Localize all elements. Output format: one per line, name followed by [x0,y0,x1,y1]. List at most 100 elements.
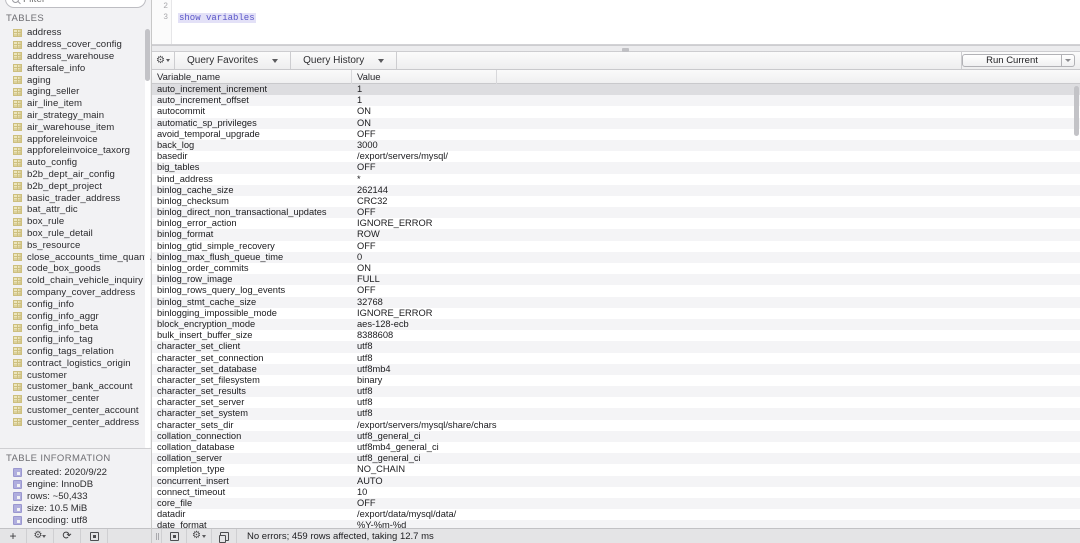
table-row[interactable]: completion_typeNO_CHAIN [152,464,1080,475]
table-row[interactable]: binlog_formatROW [152,229,1080,240]
cell-value[interactable]: 8388608 [352,330,497,341]
table-row[interactable]: automatic_sp_privilegesON [152,118,1080,129]
sidebar-table-item[interactable]: address [0,27,151,39]
table-actions-gear-button[interactable]: ⚙ [27,529,54,543]
cell-value[interactable]: utf8 [352,341,497,352]
cell-value[interactable]: /export/data/mysql/data/ [352,509,497,520]
cell-value[interactable]: NO_CHAIN [352,464,497,475]
sidebar-scrollbar[interactable] [145,29,150,449]
cell-variable-name[interactable]: character_set_database [152,364,352,375]
cell-variable-name[interactable]: bind_address [152,174,352,185]
refresh-button[interactable]: ⟳ [54,529,81,543]
sidebar-table-item[interactable]: air_strategy_main [0,110,151,122]
cell-variable-name[interactable]: automatic_sp_privileges [152,118,352,129]
table-row[interactable]: binlog_row_imageFULL [152,274,1080,285]
cell-variable-name[interactable]: back_log [152,140,352,151]
results-scrollbar-thumb[interactable] [1074,86,1079,136]
sidebar-table-item[interactable]: customer_center_account [0,405,151,417]
editor-horizontal-scrollbar[interactable] [152,41,1080,44]
cell-variable-name[interactable]: binlog_cache_size [152,185,352,196]
sidebar-table-item[interactable]: bat_attr_dic [0,204,151,216]
table-row[interactable]: concurrent_insertAUTO [152,476,1080,487]
results-grid[interactable]: Variable_name Value auto_increment_incre… [152,70,1080,543]
sidebar-table-item[interactable]: customer [0,369,151,381]
cell-value[interactable]: /export/servers/mysql/share/charsets/ [352,420,497,431]
sidebar-table-item[interactable]: contract_logistics_origin [0,357,151,369]
cell-value[interactable]: 262144 [352,185,497,196]
table-row[interactable]: character_set_connectionutf8 [152,353,1080,364]
sidebar-table-item[interactable]: aging_seller [0,86,151,98]
cell-variable-name[interactable]: big_tables [152,162,352,173]
cell-variable-name[interactable]: character_set_results [152,386,352,397]
search-input[interactable] [23,0,139,5]
cell-value[interactable]: 0 [352,252,497,263]
table-row[interactable]: character_set_systemutf8 [152,408,1080,419]
cell-variable-name[interactable]: collation_connection [152,431,352,442]
table-row[interactable]: character_set_serverutf8 [152,397,1080,408]
table-row[interactable]: binlog_gtid_simple_recoveryOFF [152,241,1080,252]
sidebar-table-item[interactable]: config_info_tag [0,334,151,346]
cell-variable-name[interactable]: datadir [152,509,352,520]
sidebar-table-item[interactable]: config_info_beta [0,322,151,334]
sidebar-table-item[interactable]: code_box_goods [0,263,151,275]
cell-variable-name[interactable]: collation_server [152,453,352,464]
cell-variable-name[interactable]: character_sets_dir [152,420,352,431]
table-row[interactable]: character_set_resultsutf8 [152,386,1080,397]
sidebar-table-item[interactable]: close_accounts_time_quantum [0,251,151,263]
results-gear-button[interactable]: ⚙ [187,529,212,543]
cell-variable-name[interactable]: binlog_row_image [152,274,352,285]
cell-variable-name[interactable]: collation_database [152,442,352,453]
cell-value[interactable]: OFF [352,129,497,140]
splitter-grip[interactable] [622,48,629,52]
table-row[interactable]: bulk_insert_buffer_size8388608 [152,330,1080,341]
cell-variable-name[interactable]: concurrent_insert [152,476,352,487]
table-row[interactable]: core_fileOFF [152,498,1080,509]
cell-value[interactable]: OFF [352,498,497,509]
table-row[interactable]: character_set_filesystembinary [152,375,1080,386]
cell-value[interactable]: utf8_general_ci [352,453,497,464]
sql-editor[interactable]: 2 3 show variables [152,0,1080,45]
sidebar-table-item[interactable]: company_cover_address [0,287,151,299]
cell-variable-name[interactable]: basedir [152,151,352,162]
cell-variable-name[interactable]: binlog_stmt_cache_size [152,297,352,308]
sidebar-table-item[interactable]: air_warehouse_item [0,121,151,133]
table-row[interactable]: bind_address* [152,174,1080,185]
cell-value[interactable]: binary [352,375,497,386]
query-settings-button[interactable]: ⚙ [152,52,175,69]
cell-variable-name[interactable]: binlog_direct_non_transactional_updates [152,207,352,218]
code-line[interactable]: show variables [178,12,1080,23]
table-row[interactable]: binlog_order_commitsON [152,263,1080,274]
sidebar-table-item[interactable]: b2b_dept_project [0,180,151,192]
table-row[interactable]: collation_databaseutf8mb4_general_ci [152,442,1080,453]
cell-value[interactable]: 10 [352,487,497,498]
sidebar-table-item[interactable]: config_info_aggr [0,310,151,322]
table-row[interactable]: auto_increment_offset1 [152,95,1080,106]
cell-value[interactable]: 1 [352,95,497,106]
cell-variable-name[interactable]: binlog_error_action [152,218,352,229]
add-table-button[interactable]: + [0,529,27,543]
sidebar-table-item[interactable]: config_tags_relation [0,346,151,358]
sidebar-table-item[interactable]: auto_config [0,157,151,169]
table-row[interactable]: avoid_temporal_upgradeOFF [152,129,1080,140]
cell-variable-name[interactable]: auto_increment_increment [152,84,352,95]
cell-variable-name[interactable]: bulk_insert_buffer_size [152,330,352,341]
sidebar-table-item[interactable]: appforeleinvoice [0,133,151,145]
results-vertical-scrollbar[interactable] [1074,86,1079,525]
table-row[interactable]: character_sets_dir/export/servers/mysql/… [152,420,1080,431]
table-row[interactable]: datadir/export/data/mysql/data/ [152,509,1080,520]
table-row[interactable]: binlog_max_flush_queue_time0 [152,252,1080,263]
statusbar-resize-grip[interactable] [152,529,162,543]
cell-variable-name[interactable]: binlog_rows_query_log_events [152,285,352,296]
sidebar-table-item[interactable]: cold_chain_vehicle_inquiry [0,275,151,287]
cell-variable-name[interactable]: character_set_server [152,397,352,408]
cell-variable-name[interactable]: binlog_order_commits [152,263,352,274]
cell-variable-name[interactable]: character_set_system [152,408,352,419]
table-row[interactable]: character_set_clientutf8 [152,341,1080,352]
sidebar-table-item[interactable]: address_cover_config [0,39,151,51]
cell-value[interactable]: utf8 [352,397,497,408]
table-row[interactable]: binlog_checksumCRC32 [152,196,1080,207]
cell-variable-name[interactable]: auto_increment_offset [152,95,352,106]
cell-value[interactable]: ON [352,118,497,129]
cell-value[interactable]: OFF [352,285,497,296]
table-row[interactable]: binlog_cache_size262144 [152,185,1080,196]
